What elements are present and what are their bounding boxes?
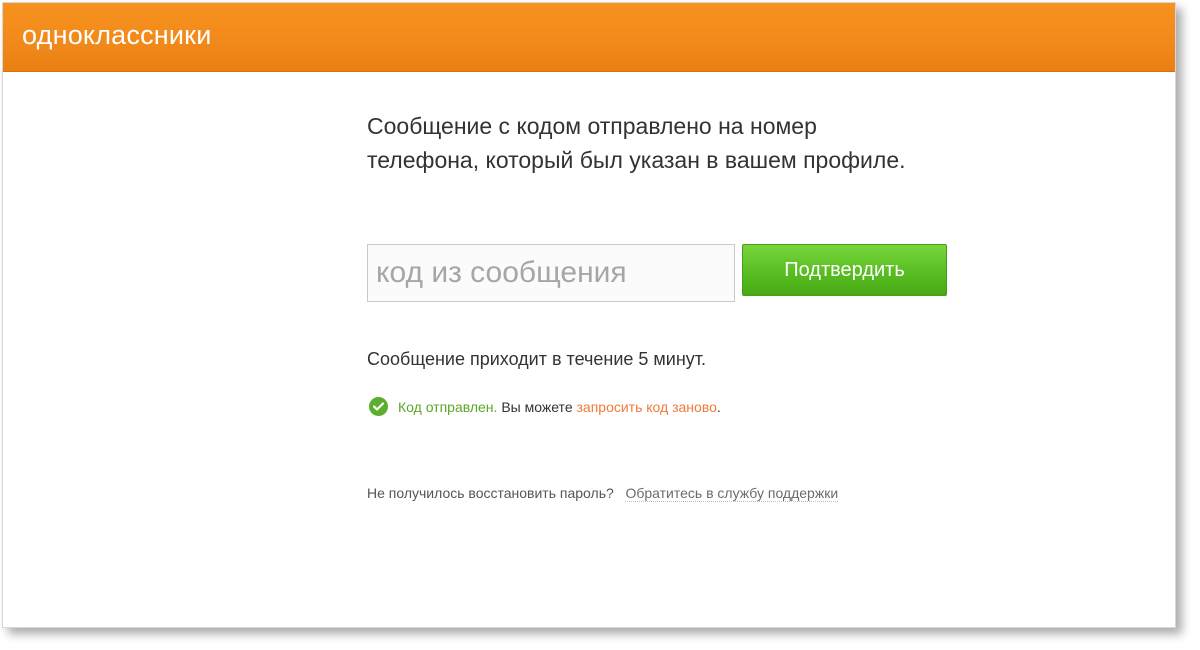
status-end-text: . — [716, 398, 721, 415]
status-middle-text: Вы можете — [497, 398, 577, 415]
support-link[interactable]: Обратитесь в службу поддержки — [625, 485, 839, 502]
code-status-line: Код отправлен. Вы можете запросить код з… — [369, 397, 721, 416]
sms-code-input[interactable] — [367, 244, 735, 302]
help-line: Не получилось восстановить пароль? Обрат… — [367, 485, 839, 502]
code-sent-message: Сообщение с кодом отправлено на номер те… — [367, 113, 906, 173]
help-question: Не получилось восстановить пароль? — [367, 485, 614, 501]
code-sent-status: Код отправлен. — [398, 398, 498, 415]
check-circle-icon — [369, 397, 388, 416]
top-header-bar: одноклассники — [3, 3, 1175, 72]
app-window: одноклассники Сообщение с кодом отправле… — [2, 2, 1176, 628]
confirm-button[interactable]: Подтвердить — [742, 244, 947, 296]
resend-code-link[interactable]: запросить код заново — [577, 399, 717, 415]
site-logo[interactable]: одноклассники — [22, 20, 211, 51]
delivery-time-note: Сообщение приходит в течение 5 минут. — [367, 349, 707, 369]
